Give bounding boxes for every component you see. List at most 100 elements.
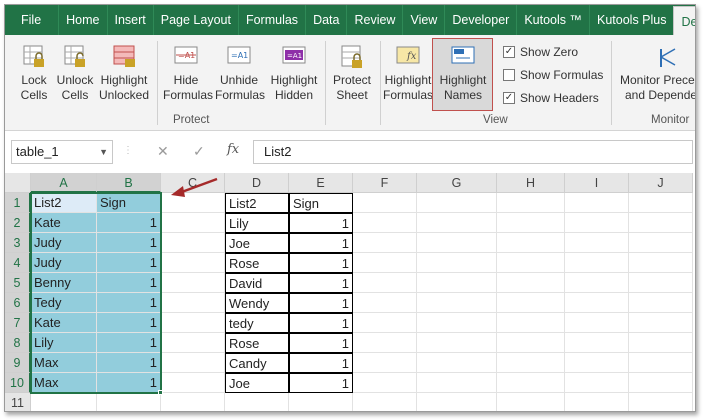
tab-file[interactable]: File [5,5,58,35]
cell-g6[interactable] [417,293,497,313]
tab-developer[interactable]: Developer [444,5,516,35]
column-header-j[interactable]: J [629,173,693,193]
cell-h4[interactable] [497,253,565,273]
cell-d4[interactable]: Rose [225,253,289,273]
cell-h10[interactable] [497,373,565,393]
cell-f9[interactable] [353,353,417,373]
cell-e1[interactable]: Sign [289,193,353,213]
cell-d9[interactable]: Candy [225,353,289,373]
cell-e3[interactable]: 1 [289,233,353,253]
cell-c2[interactable] [161,213,225,233]
cell-i3[interactable] [565,233,629,253]
cell-d1[interactable]: List2 [225,193,289,213]
row-header-5[interactable]: 5 [5,273,31,293]
cell-i6[interactable] [565,293,629,313]
cell-b5[interactable]: 1 [97,273,161,293]
cell-e2[interactable]: 1 [289,213,353,233]
cell-f10[interactable] [353,373,417,393]
cell-f11[interactable] [353,393,417,411]
cell-a10[interactable]: Max [31,373,97,393]
cell-d10[interactable]: Joe [225,373,289,393]
cell-c7[interactable] [161,313,225,333]
cell-e6[interactable]: 1 [289,293,353,313]
select-all-corner[interactable] [5,173,31,193]
column-header-i[interactable]: I [565,173,629,193]
cell-g1[interactable] [417,193,497,213]
cell-f2[interactable] [353,213,417,233]
cell-h1[interactable] [497,193,565,213]
cell-c3[interactable] [161,233,225,253]
highlight-unlocked-button[interactable]: Highlight Unlocked [97,41,151,103]
cell-d2[interactable]: Lily [225,213,289,233]
cell-c4[interactable] [161,253,225,273]
tab-page-layout[interactable]: Page Layout [152,5,238,35]
cell-i4[interactable] [565,253,629,273]
cell-a9[interactable]: Max [31,353,97,373]
cell-c9[interactable] [161,353,225,373]
cell-a3[interactable]: Judy [31,233,97,253]
show-zero-checkbox[interactable]: ✓ Show Zero [503,45,578,59]
tab-view[interactable]: View [402,5,444,35]
cell-c5[interactable] [161,273,225,293]
cell-h3[interactable] [497,233,565,253]
cell-g3[interactable] [417,233,497,253]
row-header-7[interactable]: 7 [5,313,31,333]
cell-d8[interactable]: Rose [225,333,289,353]
cell-i2[interactable] [565,213,629,233]
unlock-cells-button[interactable]: Unlock Cells [55,41,95,103]
cell-b11[interactable] [97,393,161,411]
cell-e5[interactable]: 1 [289,273,353,293]
cell-b7[interactable]: 1 [97,313,161,333]
tab-kutools[interactable]: Kutools ™ [516,5,589,35]
cell-j8[interactable] [629,333,693,353]
cell-a4[interactable]: Judy [31,253,97,273]
cell-g5[interactable] [417,273,497,293]
cell-d5[interactable]: David [225,273,289,293]
tab-kutools-plus[interactable]: Kutools Plus [589,5,673,35]
cell-g7[interactable] [417,313,497,333]
row-header-2[interactable]: 2 [5,213,31,233]
cell-i8[interactable] [565,333,629,353]
cell-b2[interactable]: 1 [97,213,161,233]
column-header-e[interactable]: E [289,173,353,193]
cell-e10[interactable]: 1 [289,373,353,393]
cell-a2[interactable]: Kate [31,213,97,233]
cell-a8[interactable]: Lily [31,333,97,353]
cell-b10[interactable]: 1 [97,373,161,393]
cell-d11[interactable] [225,393,289,411]
highlight-formulas-button[interactable]: fx Highlight Formulas [383,41,433,103]
formula-input[interactable]: List2 [253,140,693,164]
tab-insert[interactable]: Insert [106,5,153,35]
cell-d6[interactable]: Wendy [225,293,289,313]
cell-i1[interactable] [565,193,629,213]
worksheet-grid[interactable]: A B C D E F G H I J 1 2 3 4 5 6 7 8 9 10 11 List2 Sign Kate 1 Jud… [5,173,695,411]
cell-a11[interactable] [31,393,97,411]
cell-j1[interactable] [629,193,693,213]
column-header-h[interactable]: H [497,173,565,193]
cell-e8[interactable]: 1 [289,333,353,353]
cell-b3[interactable]: 1 [97,233,161,253]
cell-b1[interactable]: Sign [97,193,161,213]
cell-j6[interactable] [629,293,693,313]
cell-d3[interactable]: Joe [225,233,289,253]
highlight-names-button[interactable]: Highlight Names [435,41,491,103]
column-header-d[interactable]: D [225,173,289,193]
cell-c10[interactable] [161,373,225,393]
cell-g2[interactable] [417,213,497,233]
row-header-6[interactable]: 6 [5,293,31,313]
column-header-f[interactable]: F [353,173,417,193]
cell-j2[interactable] [629,213,693,233]
cell-d7[interactable]: tedy [225,313,289,333]
row-header-4[interactable]: 4 [5,253,31,273]
cell-h2[interactable] [497,213,565,233]
cell-j3[interactable] [629,233,693,253]
column-header-g[interactable]: G [417,173,497,193]
tab-design[interactable]: Design [673,6,695,36]
cell-j4[interactable] [629,253,693,273]
row-header-8[interactable]: 8 [5,333,31,353]
cell-i5[interactable] [565,273,629,293]
cell-c11[interactable] [161,393,225,411]
highlight-hidden-button[interactable]: =A1 Highlight Hidden [269,41,319,103]
cell-j7[interactable] [629,313,693,333]
name-box-dropdown-icon[interactable]: ▼ [99,141,108,163]
